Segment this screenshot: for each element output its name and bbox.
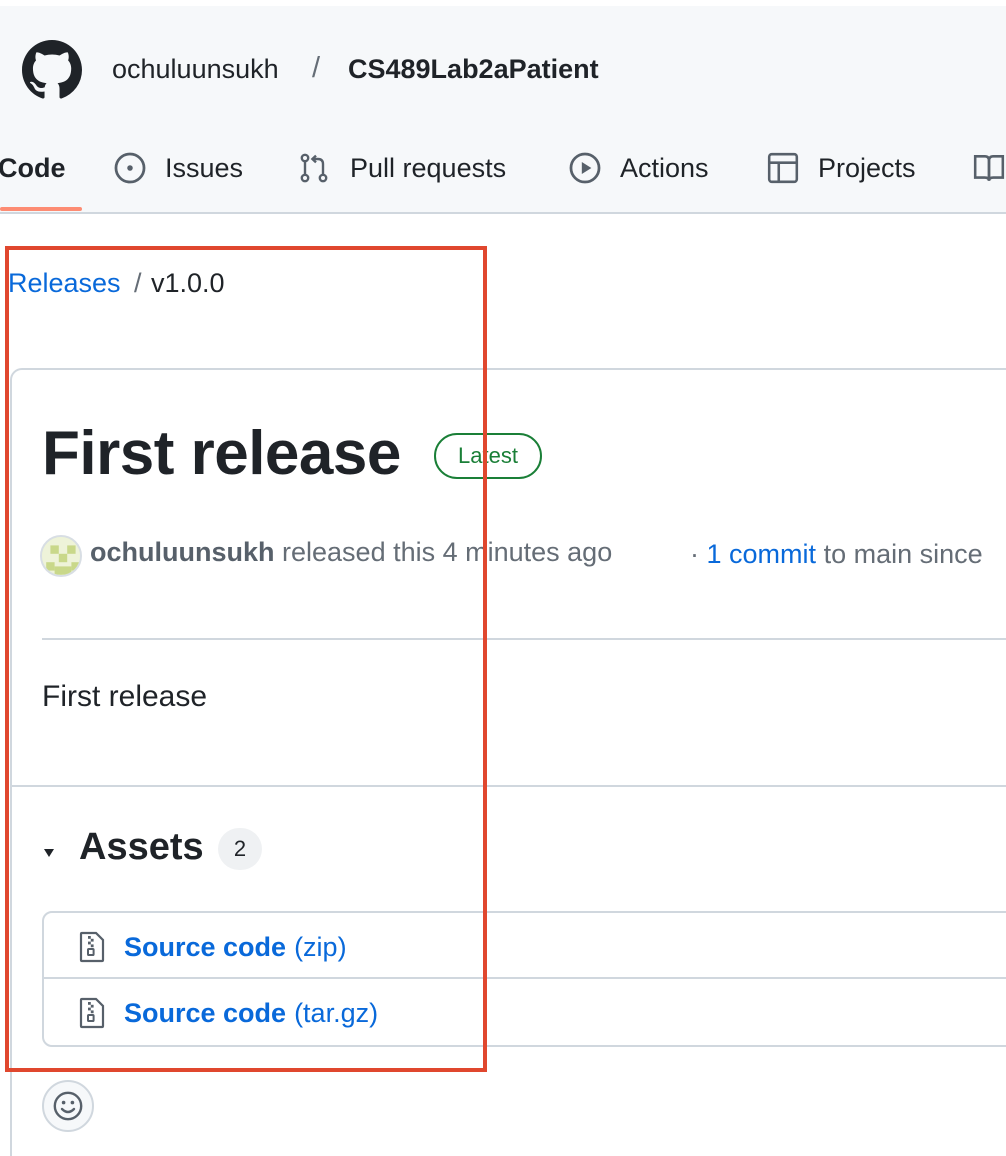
asset-name-link[interactable]: Source code	[124, 932, 286, 963]
asset-ext[interactable]: (tar.gz)	[294, 998, 378, 1029]
breadcrumb-releases-link[interactable]: Releases	[8, 268, 121, 299]
tab-code[interactable]: Code	[0, 148, 66, 188]
play-icon	[569, 152, 601, 184]
tab-label: Issues	[165, 152, 244, 183]
git-pull-request-icon	[300, 153, 328, 183]
issue-opened-icon	[114, 152, 146, 184]
repo-header: ochuluunsukh / CS489Lab2aPatient Code Is…	[0, 0, 1006, 214]
file-zip-icon	[79, 997, 105, 1029]
breadcrumb-current-tag: v1.0.0	[151, 268, 225, 298]
tab-actions[interactable]: Actions	[568, 148, 709, 188]
top-strip	[0, 0, 1006, 6]
tab-label: Actions	[620, 152, 709, 183]
assets-heading[interactable]: Assets	[79, 826, 204, 869]
commit-since-text: to main since	[823, 539, 983, 569]
repo-owner-link[interactable]: ochuluunsukh	[112, 54, 279, 85]
path-separator: /	[312, 52, 321, 84]
released-time-text: released this 4 minutes ago	[282, 537, 613, 567]
tab-label: Pull requests	[350, 152, 507, 183]
book-icon	[973, 155, 1005, 181]
latest-badge: Latest	[434, 433, 542, 479]
breadcrumb-separator: /	[134, 268, 142, 298]
asset-divider	[44, 977, 1006, 979]
assets-toggle-caret-icon[interactable]	[44, 849, 54, 857]
asset-name-link[interactable]: Source code	[124, 998, 286, 1029]
active-tab-underline	[0, 207, 82, 211]
add-reaction-button[interactable]	[42, 1080, 94, 1132]
avatar[interactable]	[40, 535, 82, 577]
asset-zip[interactable]: Source code (zip)	[78, 927, 347, 967]
divider	[12, 785, 1006, 787]
commit-count-link[interactable]: 1 commit	[707, 539, 817, 569]
tab-projects[interactable]: Projects	[766, 148, 916, 188]
file-zip-icon	[79, 931, 105, 963]
asset-ext[interactable]: (zip)	[294, 932, 347, 963]
release-notes: First release	[42, 680, 208, 713]
meta-dot: ·	[690, 539, 699, 569]
tab-wiki[interactable]	[972, 148, 1006, 188]
table-icon	[767, 152, 799, 184]
commits-since-meta: · 1 commit to main since	[690, 539, 983, 570]
divider	[42, 638, 1006, 640]
tab-label: Projects	[818, 152, 916, 183]
tab-issues[interactable]: Issues	[113, 148, 243, 188]
repo-name-link[interactable]: CS489Lab2aPatient	[348, 54, 599, 85]
assets-count-badge: 2	[218, 828, 262, 870]
tab-pull-requests[interactable]: Pull requests	[298, 148, 506, 188]
release-title: First release	[42, 419, 401, 488]
github-logo-icon[interactable]	[22, 40, 82, 100]
release-meta: ochuluunsukh released this 4 minutes ago	[90, 537, 612, 568]
smiley-icon	[53, 1091, 83, 1121]
tab-label: Code	[0, 152, 66, 183]
asset-tar-gz[interactable]: Source code (tar.gz)	[78, 993, 378, 1033]
author-link[interactable]: ochuluunsukh	[90, 537, 275, 567]
